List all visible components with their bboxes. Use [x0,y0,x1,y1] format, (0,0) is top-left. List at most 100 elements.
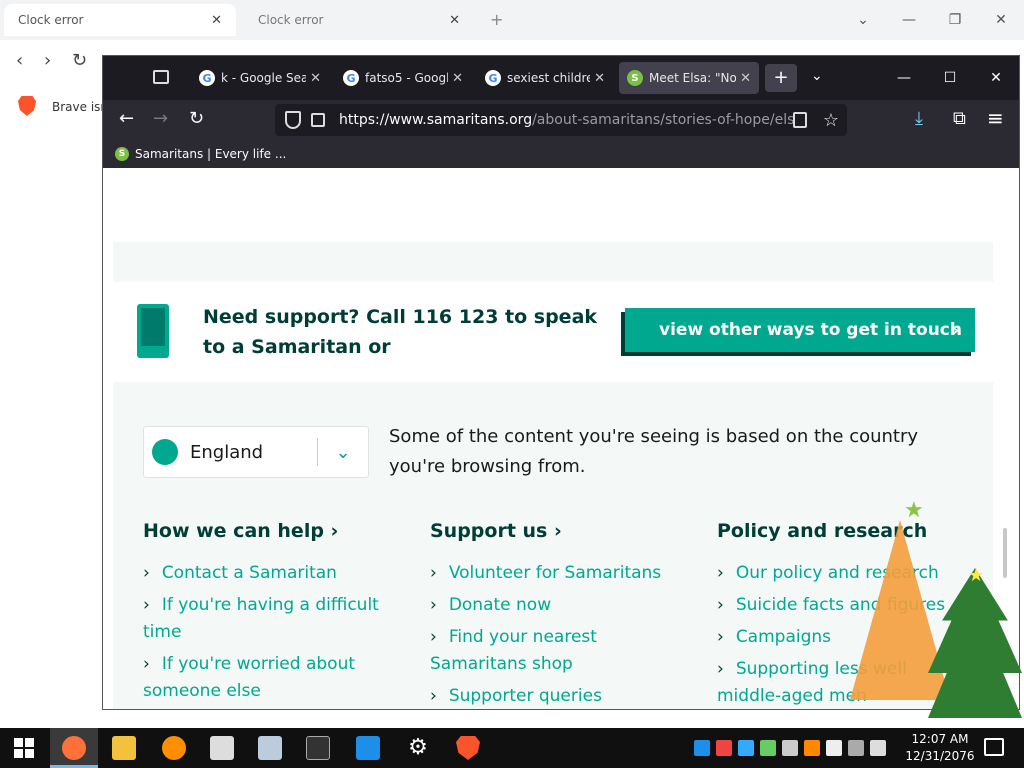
tray-icon[interactable] [694,740,710,756]
terminal-icon[interactable] [306,736,330,760]
firefox-tab-bar: G k - Google Searc ✕ G fatso5 - Google ✕… [103,56,1019,100]
brave-taskbar-icon[interactable] [456,736,480,760]
reload-icon[interactable]: ↻ [72,50,87,71]
scrollbar-thumb[interactable] [1003,528,1007,578]
minimize-icon[interactable]: — [886,12,932,28]
link-label: Supporter queries [448,686,602,706]
minimize-icon[interactable]: — [881,56,927,100]
tray-icon[interactable] [716,740,732,756]
close-icon[interactable]: ✕ [211,13,222,28]
back-icon[interactable]: ← [119,108,134,129]
heading-label: How we can help [143,520,324,542]
lock-icon[interactable] [311,113,325,127]
restore-icon[interactable]: ❐ [932,12,978,28]
chevron-down-icon[interactable]: ⌄ [318,442,368,463]
link-label: If you're worried about someone else [143,654,356,701]
tab-google-search-k[interactable]: G k - Google Searc ✕ [191,62,329,94]
footer-link[interactable]: › Supporter queries [430,683,680,709]
close-icon[interactable]: ✕ [452,71,463,86]
maximize-icon[interactable]: ☐ [927,56,973,100]
contact-button-label: view other ways to get in touch [659,320,962,340]
footer-link[interactable]: › Suicide facts and figures [717,592,967,619]
search-app-icon[interactable] [162,736,186,760]
firefox-nav-bar: ← → ↻ https://www.samaritans.org/about-s… [103,100,1019,140]
close-icon[interactable]: ✕ [973,56,1019,100]
chevron-right-icon: › [143,595,150,615]
footer-link[interactable]: › Volunteer for Samaritans [430,560,680,587]
chevron-down-icon[interactable]: ⌄ [840,12,886,28]
new-tab-icon[interactable]: + [490,10,503,29]
tab-label: sexiest children p [507,71,590,85]
chevron-right-icon: › [717,563,724,583]
close-icon[interactable]: ✕ [594,71,605,86]
footer-link[interactable]: › Donate now [430,592,680,619]
reader-view-icon[interactable] [792,112,807,128]
reload-icon[interactable]: ↻ [189,108,204,129]
footer-link[interactable]: › Find your nearest Samaritans shop [430,624,680,678]
url-host: https://www.samaritans.org [339,112,533,128]
google-icon: G [199,70,215,86]
firefox-taskbar-icon[interactable] [50,728,98,768]
network-icon[interactable] [848,740,864,756]
contact-options-button[interactable]: view other ways to get in touch › [625,308,975,352]
tab-meet-elsa-active[interactable]: S Meet Elsa: "No o ✕ [619,62,759,94]
forward-icon[interactable]: → [153,108,168,129]
footer-link[interactable]: › Contact a Samaritan [143,560,383,587]
list-all-tabs-icon[interactable] [153,70,169,84]
app-icon[interactable] [210,736,234,760]
tray-icon[interactable] [804,740,820,756]
close-icon[interactable]: ✕ [978,12,1024,28]
country-note: Some of the content you're seeing is bas… [389,426,919,477]
taskbar-clock[interactable]: 12:07 AM 12/31/2076 [904,731,976,765]
extensions-icon[interactable]: ⧉ [953,108,966,129]
content-strip [113,242,993,282]
back-icon[interactable]: ‹ [16,50,23,71]
footer-heading-policy[interactable]: Policy and research [717,520,967,542]
bookmark-samaritans[interactable]: Samaritans | Every life ... [135,147,286,161]
close-icon[interactable]: ✕ [740,71,751,86]
volume-icon[interactable] [870,740,886,756]
google-icon: G [485,70,501,86]
footer-link[interactable]: › Our policy and research [717,560,967,587]
settings-gear-icon[interactable]: ⚙ [406,736,430,760]
link-label: Donate now [448,595,552,615]
footer-heading-help[interactable]: How we can help › [143,520,383,542]
chevron-down-icon[interactable]: ⌄ [811,68,823,84]
windows-start-icon[interactable] [14,738,34,758]
tab-label: Clock error [18,13,84,27]
tray-icon[interactable] [782,740,798,756]
link-label: Volunteer for Samaritans [448,563,662,583]
background-tab-clock-error-2[interactable]: Clock error ✕ [244,4,474,36]
tray-icon[interactable] [826,740,842,756]
file-explorer-icon[interactable] [112,736,136,760]
close-icon[interactable]: ✕ [310,71,321,86]
footer-heading-support[interactable]: Support us › [430,520,680,542]
tracking-protection-icon[interactable] [285,111,301,129]
app-icon[interactable] [356,736,380,760]
new-tab-button[interactable]: + [765,64,797,92]
background-tab-clock-error-1[interactable]: Clock error ✕ [4,4,236,36]
clock-time: 12:07 AM [911,732,969,746]
footer-link[interactable]: › If you're worried about someone else [143,651,383,705]
footer-link[interactable]: › If you're having a difficult time [143,592,383,646]
tab-label: fatso5 - Google [365,71,449,85]
notification-icon[interactable] [984,738,1004,756]
tray-icon[interactable] [738,740,754,756]
country-selector[interactable]: England ⌄ [143,426,369,478]
footer-column-support: Support us › › Volunteer for Samaritans ›… [430,520,680,709]
bookmark-star-icon[interactable]: ☆ [823,110,839,131]
app-icon[interactable] [258,736,282,760]
forward-icon[interactable]: › [44,50,51,71]
url-bar[interactable]: https://www.samaritans.org/about-samarit… [275,104,847,136]
chevron-right-icon: › [717,659,724,679]
url-text[interactable]: https://www.samaritans.org/about-samarit… [339,112,793,128]
samaritans-icon: S [627,70,643,86]
google-icon: G [343,70,359,86]
tray-icon[interactable] [760,740,776,756]
download-icon[interactable]: ⤓ [915,108,923,129]
tab-google-search-fatso5[interactable]: G fatso5 - Google ✕ [335,62,471,94]
close-icon[interactable]: ✕ [449,13,460,28]
tab-google-search-3[interactable]: G sexiest children p ✕ [477,62,613,94]
hamburger-menu-icon[interactable]: ≡ [987,106,1004,130]
support-text: Need support? Call 116 123 to speak to a… [203,306,598,358]
